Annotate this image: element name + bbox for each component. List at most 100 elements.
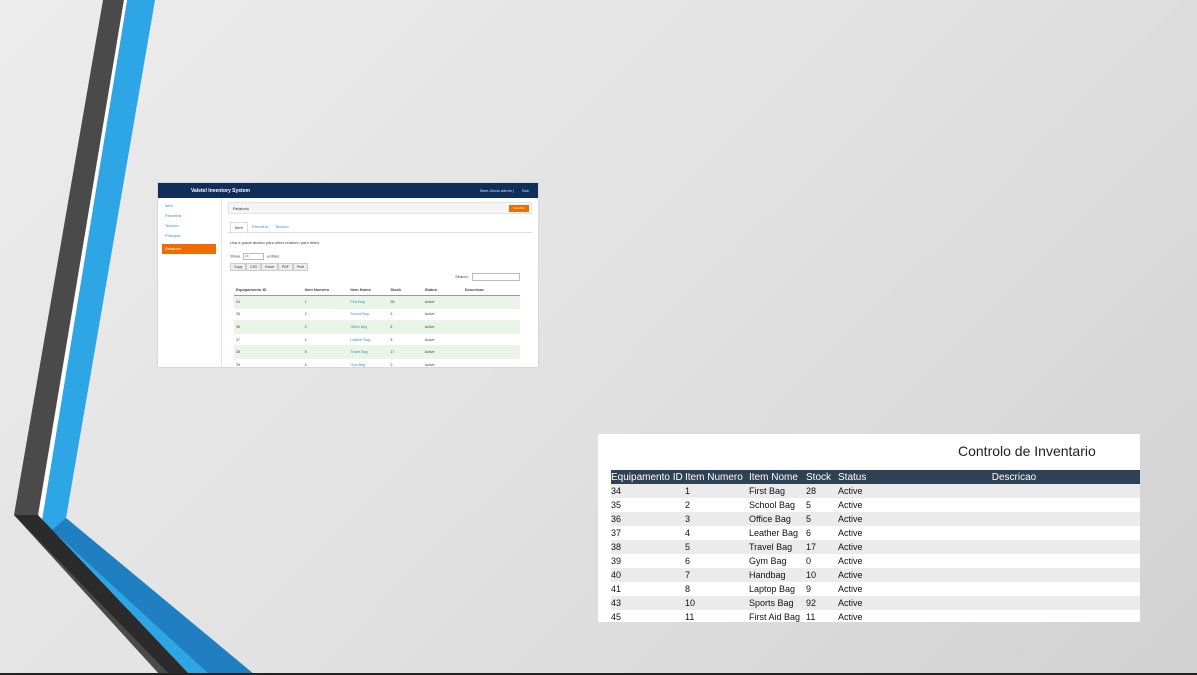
table-cell xyxy=(462,308,520,322)
table-cell xyxy=(462,358,520,367)
report-cell xyxy=(888,540,1140,554)
table-cell: 6 xyxy=(388,333,423,347)
app-column-header[interactable]: Item Numero xyxy=(302,284,349,296)
dark-lower-shade xyxy=(14,515,190,675)
report-row: 39 6 Gym Bag 0 Active xyxy=(611,554,1140,568)
table-cell xyxy=(462,295,520,309)
search-control: Search: xyxy=(455,273,520,281)
app-brand[interactable]: Valetel Inventory System xyxy=(191,188,250,194)
app-column-header[interactable]: Status xyxy=(422,284,463,296)
report-cell: 0 xyxy=(806,556,812,566)
report-cell: Active xyxy=(838,512,888,526)
report-cell: 8 xyxy=(685,584,691,594)
panel-header: Relatorio Resultar xyxy=(228,202,532,214)
tab-parcelha[interactable]: Parcelha xyxy=(248,222,272,232)
export-buttons: Copy CSV Excel PDF Print xyxy=(230,263,309,271)
report-cell: Active xyxy=(838,528,863,538)
csv-button[interactable]: CSV xyxy=(246,263,262,271)
app-column-header[interactable]: Equipamento ID xyxy=(234,284,303,296)
report-row: 35 2 School Bag 5 Active xyxy=(611,498,1140,512)
table-cell xyxy=(462,320,520,334)
report-cell: 5 xyxy=(806,500,812,510)
sidebar-item-tecnico[interactable]: Tecnico xyxy=(162,221,216,231)
table-cell: 4 xyxy=(302,333,349,347)
search-label: Search: xyxy=(455,274,469,280)
table-cell xyxy=(462,333,520,347)
report-cell: 92 xyxy=(806,596,838,610)
table-cell: 5 xyxy=(302,345,349,359)
report-cell: Active xyxy=(838,596,888,610)
table-row[interactable]: 37 4 Leather Bag 6 Active xyxy=(234,333,520,347)
table-row[interactable]: 38 5 Travel Bag 17 Active xyxy=(234,345,520,359)
report-cell xyxy=(888,554,1140,568)
report-column-header: Stock xyxy=(806,470,838,484)
table-cell: 35 xyxy=(234,308,303,322)
report-row: 40 7 Handbag 10 Active xyxy=(611,568,1140,582)
report-row: 45 11 First Aid Bag 11 Active xyxy=(611,610,1140,622)
report-cell: 10 xyxy=(685,596,749,610)
item-name-link[interactable]: School Bag xyxy=(348,308,389,322)
table-cell: 28 xyxy=(388,295,423,309)
app-column-header[interactable]: Item Nome xyxy=(348,284,389,296)
entries-select[interactable]: 10 xyxy=(243,253,265,260)
print-button[interactable]: Print xyxy=(292,263,309,271)
table-cell: 1 xyxy=(302,295,349,309)
logout-link[interactable]: Sair xyxy=(522,188,529,193)
report-cell xyxy=(888,498,1140,512)
report-cell: 1 xyxy=(685,484,749,498)
table-row[interactable]: 39 6 Gym Bag 0 Active xyxy=(234,358,520,367)
report-cell: 39 xyxy=(611,556,622,566)
report-cell xyxy=(888,526,1140,540)
sidebar-item-relatorio[interactable]: Relatorio xyxy=(162,244,216,254)
show-label: Show xyxy=(230,253,241,259)
report-cell: Handbag xyxy=(749,568,806,582)
resultar-button[interactable]: Resultar xyxy=(509,205,529,212)
table-row[interactable]: 35 2 School Bag 5 Active xyxy=(234,308,520,322)
report-cell: 10 xyxy=(806,568,838,582)
sidebar-item-principal[interactable]: Principal xyxy=(162,231,216,241)
item-name-link[interactable]: Leather Bag xyxy=(348,333,389,347)
app-column-header[interactable]: Stock xyxy=(388,284,423,296)
report-cell xyxy=(888,512,1140,526)
table-cell: 5 xyxy=(388,308,423,322)
welcome-text: Bem-Vindo admin | xyxy=(480,188,514,193)
table-cell: Active xyxy=(422,333,463,347)
table-row[interactable]: 36 3 Office Bag 5 Active xyxy=(234,320,520,334)
report-cell: 5 xyxy=(685,540,749,554)
report-cell: First Bag xyxy=(749,484,806,498)
report-cell: Gym Bag xyxy=(749,556,787,566)
search-input[interactable] xyxy=(472,273,520,281)
app-screenshot: Valetel Inventory System Bem-Vindo admin… xyxy=(158,183,538,367)
report-table: Equipamento ID Item Numero Item Nome Stock S… xyxy=(611,470,1140,622)
instructions: Usa a grade abaixo para obter relatorio … xyxy=(230,240,320,245)
table-row[interactable]: 34 1 First Bag 28 Active xyxy=(234,295,520,309)
item-name-link[interactable]: First Bag xyxy=(348,295,389,309)
pdf-button[interactable]: PDF xyxy=(277,263,293,271)
app-column-header[interactable]: Descricao xyxy=(462,284,520,296)
item-name-link[interactable]: Gym Bag xyxy=(348,358,389,367)
sidebar-item-item[interactable]: Item xyxy=(162,201,216,211)
report-cell xyxy=(888,610,1140,622)
report-cell: 41 xyxy=(611,584,622,594)
item-name-link[interactable]: Office Bag xyxy=(348,320,389,334)
report-cell: Travel Bag xyxy=(749,540,806,554)
sidebar-item-parcelha[interactable]: Parcelha xyxy=(162,211,216,221)
report-cell: Laptop Bag xyxy=(749,584,796,594)
item-name-link[interactable]: Travel Bag xyxy=(348,345,389,359)
table-cell: 0 xyxy=(388,358,423,367)
report-cell: Active xyxy=(838,584,863,594)
report-row: 38 5 Travel Bag 17 Active xyxy=(611,540,1140,554)
report-cell: 6 xyxy=(806,528,812,538)
report-cell: 45 xyxy=(611,612,622,622)
report-row: 41 8 Laptop Bag 9 Active xyxy=(611,582,1140,596)
report-cell: 7 xyxy=(685,568,749,582)
report-cell: Active xyxy=(838,500,863,510)
copy-button[interactable]: Copy xyxy=(230,263,247,271)
report-cell: 11 xyxy=(685,612,695,622)
report-column-header: Item Numero xyxy=(685,470,749,484)
report-cell: 35 xyxy=(611,500,622,510)
excel-button[interactable]: Excel xyxy=(261,263,278,271)
tab-tecnico[interactable]: Tecnico xyxy=(271,222,293,232)
report-cell xyxy=(888,568,1140,582)
report-cell: 37 xyxy=(611,528,622,538)
